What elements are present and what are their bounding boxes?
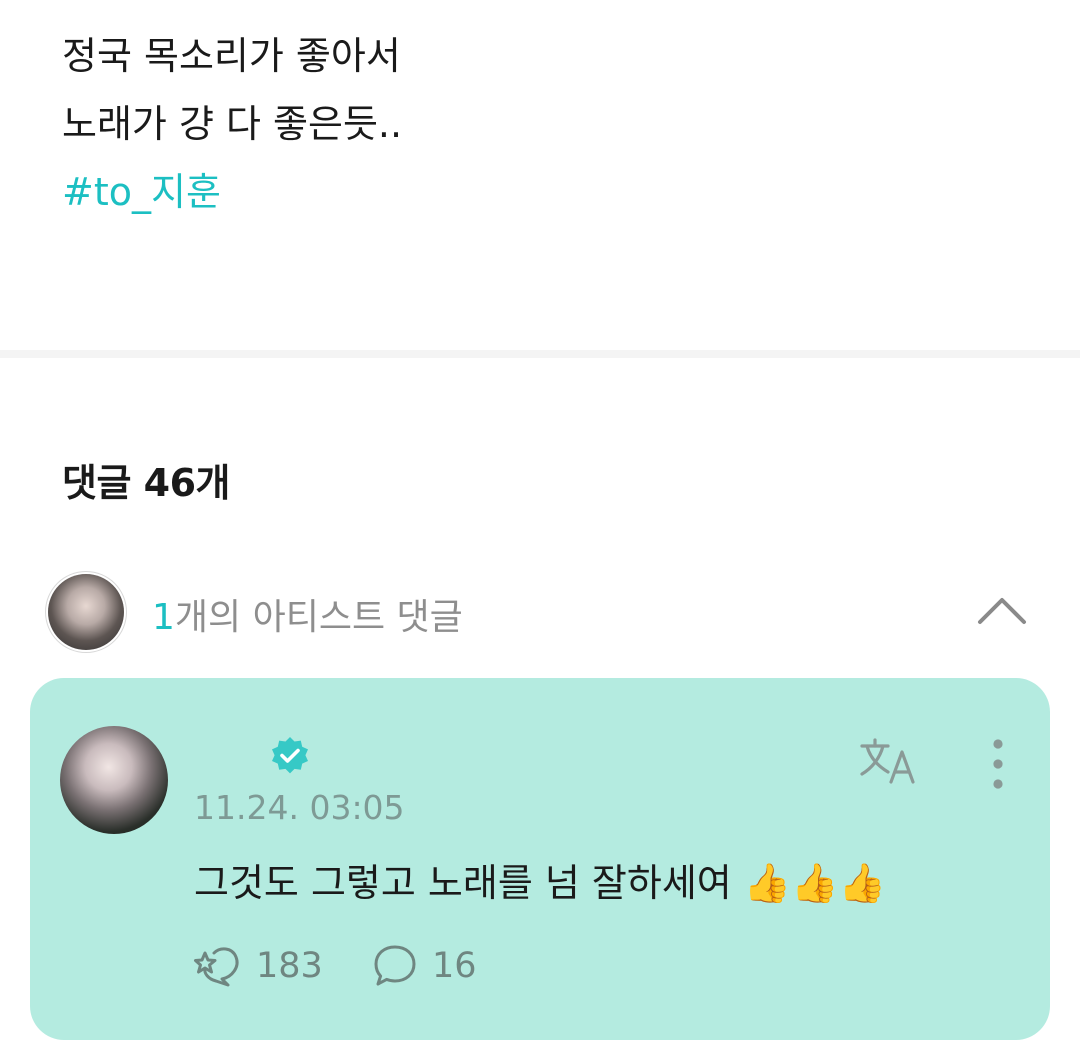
like-icon (194, 947, 239, 987)
more-vertical-icon[interactable] (980, 736, 1016, 792)
reply-bubble-icon (374, 945, 416, 986)
like-count: 183 (256, 946, 323, 986)
like-button[interactable]: 183 (192, 942, 323, 990)
commenter-avatar[interactable] (60, 726, 168, 834)
artist-comments-toggle[interactable]: 1개의 아티스트 댓글 (48, 574, 1038, 650)
chevron-up-icon[interactable] (976, 586, 1028, 638)
comment-timestamp: 11.24. 03:05 (194, 788, 405, 827)
artist-comments-count: 1 (152, 597, 175, 638)
translate-icon[interactable] (858, 736, 922, 790)
section-divider (0, 350, 1080, 358)
post-line-1: 정국 목소리가 좋아서 (62, 34, 401, 78)
artist-comment-card: 11.24. 03:05 그것도 그렇고 노래를 넘 잘하세여 👍👍👍 183 … (30, 678, 1050, 1040)
post-detail-page: 정국 목소리가 좋아서 노래가 걍 다 좋은듯.. #to_지훈 댓글 46개 … (0, 0, 1080, 1054)
artist-comments-label: 1개의 아티스트 댓글 (152, 588, 463, 640)
post-hashtag[interactable]: #to_지훈 (62, 158, 402, 226)
artist-avatar (48, 574, 124, 650)
post-line-2: 노래가 걍 다 좋은듯.. (62, 102, 403, 146)
artist-comments-text: 개의 아티스트 댓글 (174, 597, 463, 638)
comments-count-heading: 댓글 46개 (62, 461, 231, 505)
post-body: 정국 목소리가 좋아서 노래가 걍 다 좋은듯.. #to_지훈 (62, 22, 402, 226)
verified-check-icon (270, 736, 310, 776)
comment-text: 그것도 그렇고 노래를 넘 잘하세여 👍👍👍 (194, 861, 886, 905)
reply-count: 16 (432, 946, 477, 986)
reply-button[interactable]: 16 (372, 942, 477, 990)
